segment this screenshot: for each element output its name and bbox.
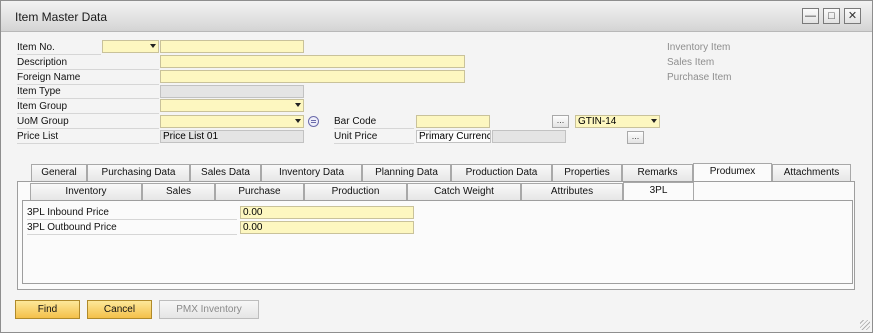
foreign-name-label: Foreign Name [17, 72, 81, 83]
divider [27, 234, 237, 235]
inventory-item-label[interactable]: Inventory Item [667, 42, 730, 53]
3pl-outbound-price-input[interactable]: 0.00 [240, 221, 414, 234]
find-button[interactable]: Find [15, 300, 80, 319]
subtab-inventory[interactable]: Inventory [30, 183, 142, 200]
price-list-label: Price List [17, 131, 59, 142]
uom-group-label: UoM Group [17, 116, 69, 127]
tab-remarks[interactable]: Remarks [622, 164, 693, 181]
subtab-sales[interactable]: Sales [142, 183, 215, 200]
chevron-down-icon [651, 119, 657, 123]
3pl-outbound-price-label: 3PL Outbound Price [27, 222, 117, 233]
3pl-inbound-price-label: 3PL Inbound Price [27, 207, 109, 218]
subtab-3pl-panel [22, 200, 853, 284]
item-type-field[interactable] [160, 85, 304, 98]
barcode-type-dropdown[interactable]: GTIN-14 [575, 115, 660, 128]
item-type-label: Item Type [17, 86, 61, 97]
bar-code-input[interactable] [416, 115, 490, 128]
description-input[interactable] [160, 55, 465, 68]
close-icon[interactable]: ✕ [844, 8, 861, 24]
divider [334, 143, 414, 144]
unit-price-browse-button[interactable]: ... [627, 131, 644, 144]
divider [17, 113, 159, 114]
chevron-down-icon [295, 119, 301, 123]
unit-price-input[interactable] [492, 130, 566, 143]
divider [17, 54, 101, 55]
divider [334, 128, 414, 129]
divider [27, 219, 237, 220]
pmx-inventory-button[interactable]: PMX Inventory [159, 300, 259, 319]
item-group-dropdown[interactable] [160, 99, 304, 112]
divider [17, 84, 159, 85]
price-list-field[interactable]: Price List 01 [160, 130, 304, 143]
subtab-attributes[interactable]: Attributes [521, 183, 623, 200]
subtab-purchase[interactable]: Purchase [215, 183, 304, 200]
chevron-down-icon [150, 44, 156, 48]
subtab-catch-weight[interactable]: Catch Weight [407, 183, 521, 200]
subtab-3pl[interactable]: 3PL [623, 182, 694, 200]
item-no-series-dropdown[interactable] [102, 40, 159, 53]
divider [17, 128, 159, 129]
tab-attachments[interactable]: Attachments [772, 164, 851, 181]
item-no-label: Item No. [17, 42, 55, 53]
unit-price-label: Unit Price [334, 131, 378, 142]
unit-price-currency-field[interactable]: Primary Currenc [416, 130, 491, 143]
tab-sales-data[interactable]: Sales Data [190, 164, 261, 181]
uom-group-info-icon[interactable] [308, 116, 319, 127]
description-label: Description [17, 57, 68, 68]
barcode-type-value: GTIN-14 [578, 116, 617, 127]
foreign-name-input[interactable] [160, 70, 465, 83]
sales-item-label[interactable]: Sales Item [667, 57, 714, 68]
bar-code-browse-button[interactable]: ... [552, 115, 569, 128]
divider [17, 143, 159, 144]
cancel-button[interactable]: Cancel [87, 300, 152, 319]
divider [17, 69, 159, 70]
tab-properties[interactable]: Properties [552, 164, 622, 181]
chevron-down-icon [295, 103, 301, 107]
item-no-input[interactable] [160, 40, 304, 53]
divider [17, 98, 159, 99]
3pl-inbound-price-input[interactable]: 0.00 [240, 206, 414, 219]
tab-production-data[interactable]: Production Data [451, 164, 552, 181]
tab-produmex[interactable]: Produmex [693, 163, 772, 181]
title-bar: Item Master Data — □ ✕ [1, 1, 872, 32]
uom-group-dropdown[interactable] [160, 115, 304, 128]
bar-code-label: Bar Code [334, 116, 377, 127]
tab-inventory-data[interactable]: Inventory Data [261, 164, 362, 181]
maximize-icon[interactable]: □ [823, 8, 840, 24]
subtab-production[interactable]: Production [304, 183, 407, 200]
item-master-data-window: Item Master Data — □ ✕ Item No. Descript… [0, 0, 873, 333]
minimize-icon[interactable]: — [802, 8, 819, 24]
item-group-label: Item Group [17, 101, 68, 112]
tab-general[interactable]: General [31, 164, 87, 181]
purchase-item-label[interactable]: Purchase Item [667, 72, 731, 83]
resize-grip-icon[interactable] [860, 320, 870, 330]
tab-purchasing-data[interactable]: Purchasing Data [87, 164, 190, 181]
window-title: Item Master Data [15, 10, 108, 24]
tab-planning-data[interactable]: Planning Data [362, 164, 451, 181]
